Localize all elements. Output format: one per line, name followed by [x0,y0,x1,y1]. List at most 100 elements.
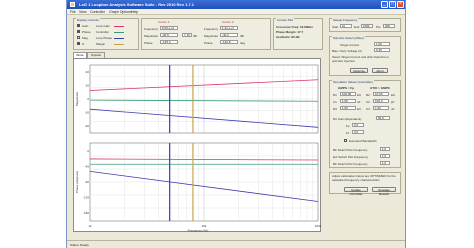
sim-c1-field[interactable]: 1.50 [340,99,356,103]
cursor2-title: Cursor 2 [222,20,234,24]
cursor2-mag-unit: dB [240,34,244,38]
status-bar: Status: Ready [67,240,405,248]
freq-row-2-field[interactable]: 1.6 [380,154,390,158]
bias-field[interactable]: 0.45 [374,48,390,52]
legend-loop-phase-label: Loop Phase [96,36,113,40]
sweep-points-label: Pts [376,25,381,29]
target-current-label: Target Current [340,43,360,47]
maximize-icon[interactable]: □ [389,1,396,8]
display-controls-group: Display Controls Gain Phase Mag G Loop G… [73,18,139,50]
update-controller-button[interactable]: Update Controller [344,187,368,196]
sim-r1-label: R1 [333,93,337,97]
freq-row-3-field[interactable]: 1.6 [380,161,390,165]
pole-label: Fp [346,124,350,128]
controller-actions-group: Adjust calculation below are OPTIMIZED f… [329,172,401,196]
cursor2-phase-field[interactable]: -142.8 [220,40,238,44]
simulation-group: Simulation Values (Controller) GMPS = Fp… [329,80,401,168]
current-plot-group: Current Plot Crossover Freq: 16.66kHz Ph… [273,18,323,50]
cursor1-freq-label: Frequency [144,27,159,31]
mag-checkbox[interactable] [77,36,80,39]
bode-plot-svg: 40 20 0 -20 -40 Magnitude 0 -45 -90 -135 -180 Phase… [75,64,322,233]
cursor2-mag-field[interactable]: -40.2 [220,33,238,37]
cursor1-title: Cursor 1 [158,20,170,24]
cursor2-phase-label: Phase [204,41,213,45]
sim-r2-label: R2 [366,93,370,97]
sim-r1-unit: kΩ [357,93,361,97]
sim-c3-label: C3 [366,107,370,111]
y-tick-label: 0 [87,97,89,101]
legend-controller-label: Controller [96,30,110,34]
sim-r1-field[interactable]: 100.00 [340,92,356,96]
legend-loop-phase-swatch [114,38,124,39]
sim-c2-unit: pF [391,100,395,104]
sim-c3-field[interactable]: 1.00 [373,106,389,110]
menu-graph-options[interactable]: Graph Options [109,10,132,14]
gain-label: Gain [82,24,89,28]
sim-c2-label: C2 [366,100,370,104]
phase-label: Phase [82,30,91,34]
sim-r3-unit: kΩ [357,107,361,111]
cursor1-phase-field[interactable]: -135.2 [160,40,178,44]
simulation-title: Simulation Values (Controller) [332,80,374,84]
sweep-points-field[interactable]: 200 [383,24,395,28]
bias-label: Bias / Duty Voltage (V) [332,49,363,53]
window-title: LoG 1 Loopbox Analysis Software Suite - … [79,2,194,7]
close-icon[interactable]: × [397,1,404,8]
extended-bandwidth-checkbox[interactable] [344,139,347,142]
minimize-icon[interactable]: _ [381,1,388,8]
app-icon [70,2,75,7]
sim-r2-field[interactable]: 10.00 [373,92,389,96]
g-label: G [82,42,85,46]
legend-margin-label: Margin [96,42,106,46]
sim-c2-field[interactable]: 100.0 [373,99,389,103]
phase-checkbox[interactable] [77,30,80,33]
cursor1-mag-label: Magnitude [144,34,159,38]
current-plot-line-2: Phase Margin: 47.7 [276,30,304,34]
cursor1-mag-field[interactable]: -20.5 [160,33,178,37]
sweep-group: Sweep Frequency Start 1k End 100k Pts 20… [329,18,401,32]
y-axis-label: Phase (degrees) [75,171,79,193]
freq-row-1-field[interactable]: 1.6 [380,147,390,151]
cursor1-freq-field[interactable]: 5.00 e+3 [160,26,178,30]
dc-gain-field[interactable]: 50.0 [376,116,390,120]
zero-field[interactable]: 0.0 [352,130,364,134]
sim-r3-field[interactable]: 1.00 [340,106,356,110]
extended-bandwidth-label: Extended Bandwidth [349,139,377,143]
y-tick-label: -180 [83,211,89,215]
stimulus-title: Stimulus Select (offset) [332,36,365,40]
x-tick-label: 1k [88,224,92,228]
sweep-start-field[interactable]: 1k [340,24,352,28]
menu-bar: File View Controller Graph Options Help [67,9,405,15]
y-tick-label: 40 [86,70,90,74]
status-text: Status: Ready [70,243,89,247]
optimize-button[interactable]: Optimize [350,68,368,73]
y-tick-label: -20 [85,111,90,115]
sweep-stop-field[interactable]: 100k [361,24,373,28]
cursor1-gain-field[interactable]: 7.16 [182,33,192,37]
sweep-title: Sweep Frequency [332,18,359,22]
target-current-field[interactable]: 1.00 [374,42,390,46]
menu-file[interactable]: File [70,10,76,14]
cursor2-freq-field[interactable]: 1.41 e+4 [220,26,238,30]
g-checkbox[interactable] [77,42,80,45]
pole-field[interactable]: 0.0 [352,123,364,127]
controller-note: Adjust calculation below are OPTIMIZED f… [332,174,396,182]
simulate-results-button[interactable]: Simulate Results [372,187,396,196]
legend-loop-gain-swatch [114,26,124,27]
sim-r2-unit: kΩ [391,93,395,97]
freq-row-3-label: BF Switch Plot Frequency [333,162,368,166]
menu-help[interactable]: Help [131,10,138,14]
menu-view[interactable]: View [79,10,87,14]
sweep-start-label: Start [332,25,339,29]
bode-plot[interactable]: 40 20 0 -20 -40 Magnitude 0 -45 -90 -135 -180 Phase… [73,58,322,233]
y-tick-label: -40 [85,124,90,128]
menu-controller[interactable]: Controller [90,10,105,14]
x-axis-label: Frequency (Hz) [188,229,209,233]
sim-gm-label: GMPS = Fp [338,86,354,90]
y-tick-label: 20 [86,83,90,87]
abort-button[interactable]: Abort [372,68,388,73]
x-tick-label: 100k [315,224,322,228]
stimulus-group: Stimulus Select (offset) Target Current … [329,36,401,76]
gain-checkbox[interactable] [77,24,80,27]
sim-c1-label: C1 [333,100,337,104]
